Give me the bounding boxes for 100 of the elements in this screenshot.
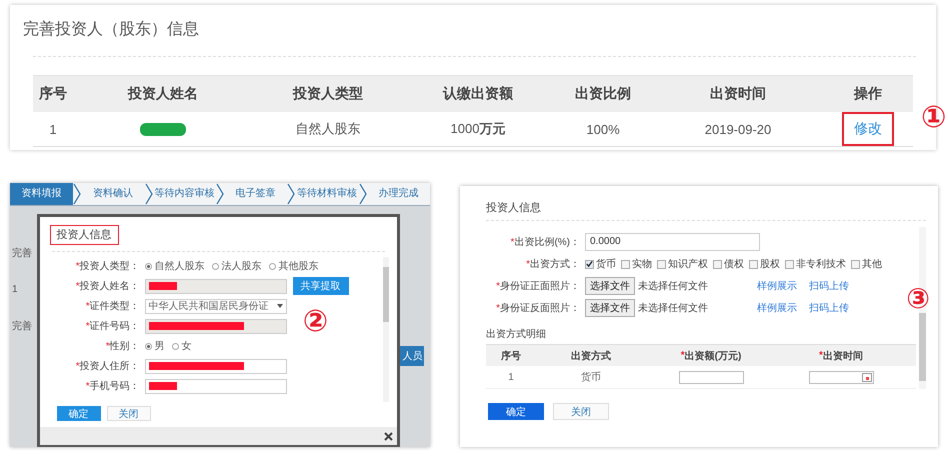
table-cell: 2019-09-20 [704,122,772,136]
progress-step: 等待材料审核 [295,183,359,205]
radio-button[interactable] [144,342,152,350]
table-cell: 1 [49,122,57,136]
page-text: 完善 [12,320,33,333]
table-cell: 自然人股东 [296,120,360,138]
calendar-icon[interactable] [862,372,872,382]
radio-button[interactable] [268,262,276,270]
column-header: *出资时间 [818,349,864,362]
field-label: *身份证反面照片： [495,302,581,315]
progress-step: 等待内容审核 [152,183,216,205]
dialog-button[interactable]: 确定 [56,406,101,421]
column-header: 操作 [852,85,883,103]
edit-link[interactable]: 修改 [842,112,894,146]
option-label: 债权 [724,258,744,271]
progress-step: 电子签章 [224,183,288,205]
table-cell: 1000万元 [450,120,506,138]
checkbox[interactable] [621,260,630,268]
select-field[interactable]: 中华人民共和国居民身份证 [144,298,287,314]
checkbox[interactable] [851,260,860,268]
option-label: 女 [182,340,192,353]
radio-button[interactable] [144,262,152,270]
input-field[interactable]: 0.0000 [585,233,760,251]
share-button[interactable]: 共享提取 [292,277,349,295]
column-header: 出资时间 [709,85,767,103]
option-label: 知识产权 [668,258,708,271]
input-field[interactable] [144,278,287,294]
date-field[interactable] [808,370,874,384]
input-field[interactable] [144,358,287,374]
field-label: *出资方式： [525,258,581,271]
column-header: 出资方式 [570,349,612,362]
checkbox[interactable] [713,260,722,268]
text-link[interactable]: 样例展示 [757,301,797,315]
checkbox[interactable] [657,260,666,268]
field-label: *出资比例(%)： [510,236,581,249]
field-label: *投资人姓名： [74,280,141,293]
step-number: ② [302,307,328,337]
dialog-button[interactable]: 关闭 [106,406,151,421]
chevron-icon [73,183,82,205]
page-text: 1 [12,284,19,295]
table-cell: 1 [508,372,514,382]
page-text: 完善 [12,246,33,260]
section-title: 完善投资人（股东）信息 [23,19,200,40]
column-header: *出资额(万元) [680,349,742,362]
field-label: *投资人类型： [74,260,141,273]
dialog-title: 投资人信息 [50,225,119,245]
option-label: 股权 [760,258,780,271]
radio-button[interactable] [172,342,179,350]
field-label: *证件类型： [84,300,141,313]
add-person-button[interactable]: 人员 [400,346,424,366]
option-label: 货币 [596,258,616,271]
checkbox[interactable] [749,260,758,268]
field-label: *身份证正面照片： [495,280,581,293]
chevron-icon [287,183,296,205]
column-header: 序号 [500,349,522,362]
text-link[interactable]: 扫码上传 [809,301,849,315]
choose-file-button[interactable]: 选择文件 [585,299,635,317]
column-header: 出资比例 [574,85,632,103]
input-field[interactable] [144,378,287,394]
column-header: 投资人类型 [292,85,364,103]
section-label: 出资方式明细 [486,328,547,341]
column-header: 投资人姓名 [126,85,199,103]
chevron-icon [216,183,224,205]
dialog-button[interactable]: 确定 [488,403,544,420]
field-label: *手机号码： [84,380,141,393]
column-header: 序号 [38,85,68,103]
field-label: *投资人住所： [74,360,141,373]
input-field[interactable] [144,318,287,334]
file-status: 未选择任何文件 [638,302,709,315]
table-cell: 100% [586,122,620,136]
table-cell-text: 货币 [581,370,601,384]
progress-step: 资料填报 [10,183,74,205]
option-label: 其他股东 [278,260,319,273]
chevron-icon [358,183,367,205]
step-number: ① [921,103,946,133]
option-label: 实物 [632,258,652,271]
option-label: 男 [154,340,165,353]
option-label: 法人股东 [222,260,262,273]
checkbox[interactable] [585,260,594,268]
step-number: ③ [906,285,930,313]
amount-field[interactable] [678,370,744,384]
checkbox[interactable] [785,260,794,268]
progress-step: 资料确认 [81,183,145,205]
text-link[interactable]: 样例展示 [757,279,797,293]
field-label: *性别： [104,340,141,353]
column-header: 认缴出资额 [442,85,514,103]
text-link[interactable]: 扫码上传 [809,279,849,293]
field-label: *证件号码： [84,320,141,333]
close-icon[interactable] [384,432,394,440]
option-label: 其他 [862,258,882,271]
dialog-title: 投资人信息 [486,201,542,216]
caret-icon [276,304,283,308]
chevron-icon [144,183,153,205]
radio-button[interactable] [212,262,219,270]
dialog-button[interactable]: 关闭 [553,403,609,420]
file-status: 未选择任何文件 [638,280,709,293]
option-label: 非专利技术 [796,258,846,271]
progress-step: 办理完成 [366,183,430,205]
scrollbar[interactable] [383,257,390,402]
choose-file-button[interactable]: 选择文件 [585,277,635,295]
